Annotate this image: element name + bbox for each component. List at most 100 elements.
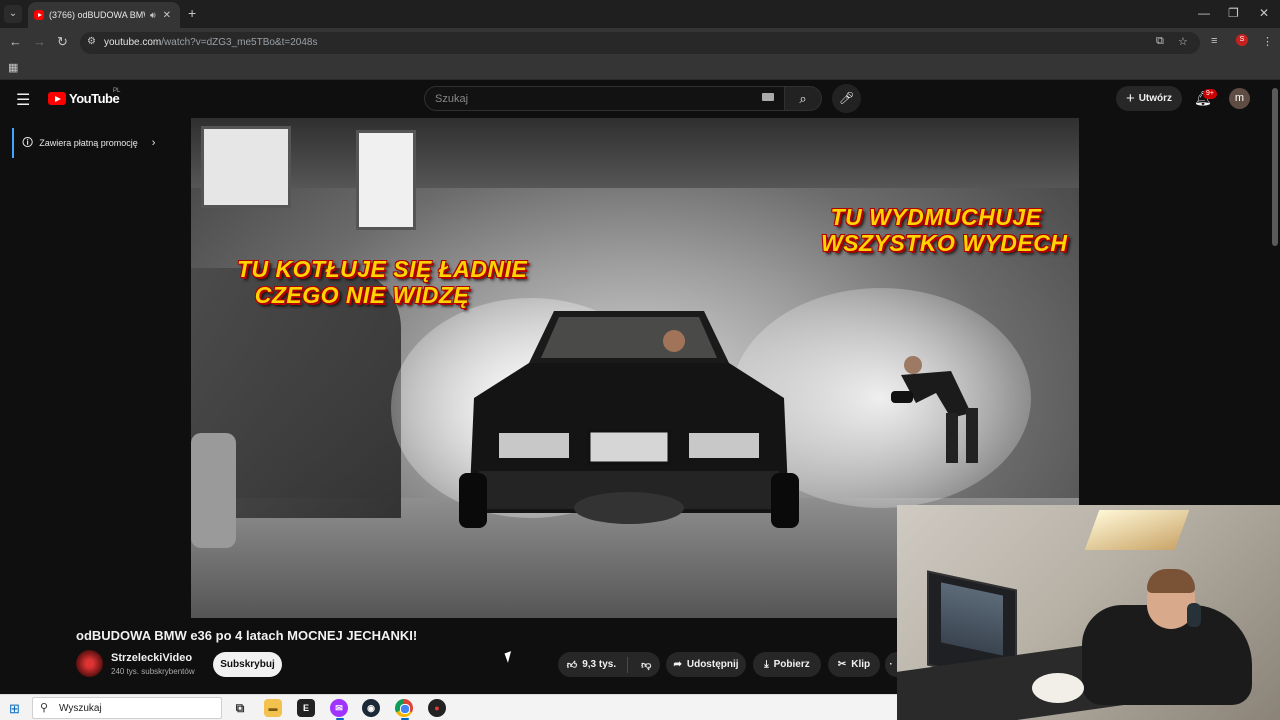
messenger-icon[interactable]: ✉ — [330, 699, 348, 717]
restore-icon[interactable]: ❐ — [1228, 6, 1239, 20]
more-dots-icon: · — [889, 659, 893, 670]
search-button[interactable]: ⌕ — [784, 86, 822, 111]
subscribe-button[interactable]: Subskrybuj — [213, 652, 282, 677]
share-icon: ➦ — [673, 659, 682, 670]
dislike-button[interactable]: 👎︎ — [641, 659, 651, 671]
forward-icon[interactable]: → — [33, 34, 46, 49]
taskbar-search-input[interactable]: ⚲ Wyszukaj — [32, 697, 222, 719]
video-scene-car — [459, 311, 799, 528]
search-input[interactable]: Szukaj — [424, 86, 786, 111]
browser-menu-icon[interactable]: ⋮ — [1262, 35, 1273, 48]
video-scene-window — [356, 130, 416, 230]
video-scene-person — [891, 356, 978, 463]
minimize-icon[interactable]: — — [1198, 6, 1210, 20]
like-dislike-group: 👍︎ 9,3 tys. 👎︎ — [558, 652, 660, 677]
taskbar-search-placeholder: Wyszukaj — [59, 703, 102, 714]
webcam-scene-hair — [1147, 569, 1195, 593]
voice-search-button[interactable]: 🎤︎ — [832, 84, 861, 113]
create-label: Utwórz — [1138, 93, 1173, 104]
more-actions-button[interactable]: · — [885, 652, 897, 677]
url-path: /watch?v=dZG3_me5TBo&t=2048s — [161, 37, 318, 48]
speaker-icon[interactable]: 🔊︎ — [150, 10, 156, 21]
browser-tab-bar: ⌄ (3766) odBUDOWA BMW e36 🔊︎ ✕ + — ❐ ✕ — [0, 0, 1280, 28]
chrome-icon[interactable] — [395, 699, 413, 717]
apps-grid-icon[interactable]: ▦ — [8, 61, 18, 74]
video-scene-window — [201, 126, 291, 208]
video-scene-ceiling — [191, 118, 1079, 188]
steam-icon[interactable]: ◉ — [362, 699, 380, 717]
url-text: youtube.com/watch?v=dZG3_me5TBo&t=2048s — [104, 37, 317, 48]
browser-toolbar: ← → ↻ ⚙ youtube.com/watch?v=dZG3_me5TBo&… — [0, 28, 1280, 56]
bookmarks-bar: ▦ — [0, 56, 1280, 80]
paid-promotion-label: Zawiera płatną promocję — [39, 138, 138, 148]
hamburger-menu-icon[interactable]: ☰ — [16, 90, 30, 110]
download-icon: ⤓ — [764, 659, 769, 670]
share-button[interactable]: ➦ Udostępnij — [666, 652, 746, 677]
webcam-overlay — [897, 505, 1280, 720]
back-icon[interactable]: ← — [9, 34, 22, 49]
video-title: odBUDOWA BMW e36 po 4 latach MOCNEJ JECH… — [76, 628, 418, 643]
thumbs-up-icon: 👍︎ — [566, 659, 578, 671]
promotion-info-icon: 🛈 — [22, 136, 34, 149]
address-bar[interactable]: ⚙ youtube.com/watch?v=dZG3_me5TBo&t=2048… — [80, 32, 1200, 54]
youtube-logo-text: YouTube — [69, 91, 120, 106]
app-icon[interactable]: ● — [428, 699, 446, 717]
profile-avatar[interactable]: S — [1236, 34, 1248, 46]
video-overlay-caption-left: TU KOTŁUJE SIĘ ŁADNIE CZEGO NIE WIDZĘ — [237, 256, 528, 308]
reload-icon[interactable]: ↻ — [57, 34, 68, 50]
search-icon: ⚲ — [40, 702, 49, 714]
overlay-left-line1: TU KOTŁUJE SIĘ ŁADNIE — [237, 256, 528, 282]
browser-tab-active[interactable]: (3766) odBUDOWA BMW e36 🔊︎ ✕ — [28, 2, 180, 28]
file-explorer-icon[interactable]: ▬ — [264, 699, 282, 717]
like-button[interactable]: 👍︎ 9,3 tys. — [567, 659, 616, 671]
site-info-icon[interactable]: ⚙ — [87, 36, 96, 47]
notifications-badge: 9+ — [1203, 89, 1217, 99]
download-button[interactable]: ⤓ Pobierz — [753, 652, 821, 677]
mouse-cursor-icon — [504, 651, 515, 663]
chevron-right-icon: › — [151, 137, 156, 149]
overlay-right-line2: WSZYSTKO WYDECH — [821, 230, 1068, 256]
youtube-logo[interactable]: YouTube — [48, 91, 120, 106]
video-scene-compressor — [191, 433, 236, 548]
channel-name[interactable]: StrzeleckiVideo — [111, 652, 192, 664]
webcam-scene-headset — [1187, 603, 1201, 627]
page-scrollbar[interactable] — [1272, 88, 1278, 246]
channel-avatar[interactable] — [76, 650, 103, 677]
tab-title: (3766) odBUDOWA BMW e36 — [49, 10, 145, 20]
media-control-icon[interactable]: ≡ — [1211, 35, 1217, 47]
account-avatar[interactable]: m — [1229, 88, 1250, 109]
overlay-right-line1: TU WYDMUCHUJE — [830, 204, 1042, 230]
clip-label: Klip — [851, 659, 871, 670]
bookmark-star-icon[interactable]: ☆ — [1178, 35, 1188, 48]
window-close-icon[interactable]: ✕ — [1259, 6, 1269, 20]
new-tab-icon[interactable]: + — [188, 5, 196, 21]
plus-icon: + — [1125, 90, 1135, 107]
youtube-play-icon — [48, 92, 66, 105]
create-button[interactable]: + Utwórz — [1116, 86, 1182, 111]
country-code: PL — [113, 88, 121, 94]
paid-promotion-notice[interactable]: 🛈 Zawiera płatną promocję › — [12, 128, 162, 158]
task-view-icon[interactable]: ⧉ — [231, 699, 249, 717]
like-divider — [627, 656, 629, 673]
subscriber-count: 240 tys. subskrybentów — [111, 667, 195, 676]
tab-search-icon[interactable]: ⌄ — [4, 5, 22, 23]
microphone-icon: 🎤︎ — [838, 91, 855, 105]
like-count: 9,3 tys. — [582, 659, 617, 670]
clip-button[interactable]: ✂ Klip — [828, 652, 880, 677]
url-host: youtube.com — [104, 37, 162, 48]
youtube-masthead: ☰ YouTube PL Szukaj ⌕ 🎤︎ + Utwórz 🔔︎ 9+ … — [0, 80, 1280, 118]
share-label: Udostępnij — [686, 659, 739, 670]
keyboard-icon[interactable] — [762, 93, 774, 101]
epic-games-icon[interactable]: E — [297, 699, 315, 717]
install-app-icon[interactable]: ⧉ — [1156, 35, 1164, 48]
webcam-scene-plate — [1032, 673, 1084, 703]
youtube-favicon-icon — [34, 10, 44, 20]
windows-taskbar: ⊞ ⚲ Wyszukaj ⧉ ▬ E ✉ ◉ ● — [0, 694, 897, 720]
download-label: Pobierz — [773, 659, 810, 670]
windows-start-icon[interactable]: ⊞ — [9, 701, 20, 717]
thumbs-down-icon: 👎︎ — [641, 659, 652, 671]
webcam-scene-skylight — [1084, 510, 1190, 550]
search-icon: ⌕ — [799, 91, 807, 106]
video-overlay-caption-right: TU WYDMUCHUJE WSZYSTKO WYDECH — [821, 204, 1068, 256]
tab-close-icon[interactable]: ✕ — [163, 10, 171, 21]
